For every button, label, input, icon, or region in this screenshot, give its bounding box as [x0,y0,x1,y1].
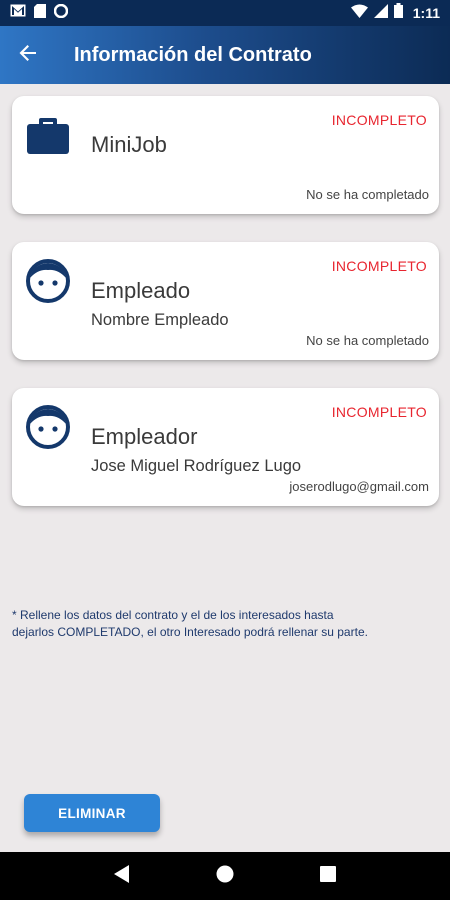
battery-icon [393,3,403,23]
card-subtitle: Nombre Empleado [91,311,229,329]
back-triangle-icon [113,864,130,888]
status-badge: INCOMPLETO [331,404,427,420]
signal-icon [373,3,388,23]
recents-square-icon [320,865,337,887]
delete-button[interactable]: ELIMINAR [24,794,160,832]
nav-recents-button[interactable] [310,858,346,894]
nav-back-button[interactable] [104,858,140,894]
status-badge: INCOMPLETO [331,112,427,128]
page-title: Información del Contrato [74,43,312,66]
person-face-icon [25,258,71,304]
wifi-icon [350,4,368,23]
contract-card-minijob[interactable]: INCOMPLETO MiniJob No se ha completado [12,96,439,214]
status-time: 1:11 [412,5,440,21]
gmail-icon [10,4,26,22]
card-note: No se ha completado [306,333,429,348]
back-button[interactable] [0,26,56,84]
sd-card-icon [34,3,46,23]
status-bar: 1:11 [0,0,450,26]
briefcase-icon [25,112,71,158]
card-title: Empleador [91,424,198,449]
card-title: Empleado [91,278,191,303]
app-bar: Información del Contrato [0,26,450,84]
card-title: MiniJob [91,132,167,157]
person-face-icon [25,404,71,450]
home-circle-icon [216,865,234,888]
circle-app-icon [53,3,69,23]
arrow-back-icon [18,43,38,68]
contract-card-empleado[interactable]: INCOMPLETO Empleado Nombre Empleado No s… [12,242,439,360]
info-note: * Rellene los datos del contrato y el de… [12,608,368,639]
status-system-icons: 1:11 [350,3,440,23]
nav-home-button[interactable] [207,858,243,894]
card-subtitle: Jose Miguel Rodríguez Lugo [91,457,302,475]
contract-card-empleador[interactable]: INCOMPLETO Empleador Jose Miguel Rodrígu… [12,388,439,506]
status-notification-icons [10,3,69,23]
card-email: joserodlugo@gmail.com [289,479,429,494]
card-note: No se ha completado [306,187,429,202]
system-nav-bar [0,852,450,900]
status-badge: INCOMPLETO [331,258,427,274]
